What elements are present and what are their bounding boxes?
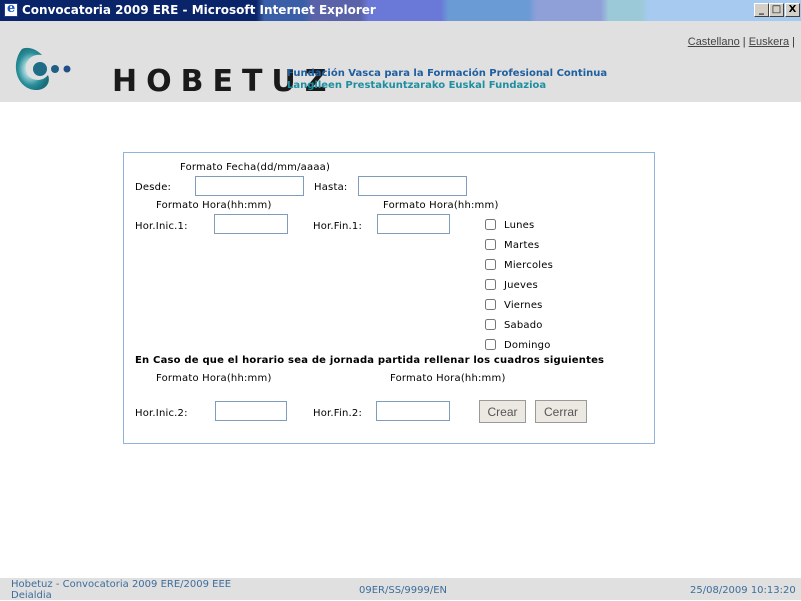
split-schedule-notice: En Caso de que el horario sea de jornada… <box>135 355 605 366</box>
window-title-bar[interactable]: Convocatoria 2009 ERE - Microsoft Intern… <box>0 0 801 21</box>
status-bar: Hobetuz - Convocatoria 2009 ERE/2009 EEE… <box>0 578 801 601</box>
day-jueves-checkbox[interactable] <box>485 279 496 290</box>
lang-castellano-link[interactable]: Castellano <box>688 36 740 48</box>
day-domingo-checkbox[interactable] <box>485 339 496 350</box>
page-header: Castellano | Euskera | HOBETUZ Fundación… <box>0 21 801 102</box>
window-title: Convocatoria 2009 ERE - Microsoft Intern… <box>22 3 376 17</box>
day-jueves-label: Jueves <box>504 280 538 291</box>
day-miercoles-label: Miercoles <box>504 260 554 271</box>
close-button[interactable]: X <box>785 3 800 17</box>
day-martes-label: Martes <box>504 240 540 251</box>
language-switcher: Castellano | Euskera | <box>688 36 795 48</box>
day-lunes-label: Lunes <box>504 220 535 231</box>
hor-fin-2-input[interactable] <box>376 401 450 421</box>
day-lunes-checkbox[interactable] <box>485 219 496 230</box>
desde-date-input[interactable] <box>195 176 304 196</box>
hor-inic-1-label: Hor.Inic.1: <box>135 221 188 232</box>
day-viernes-checkbox[interactable] <box>485 299 496 310</box>
logo-subtitle-eu: Langileen Prestakuntzarako Euskal Fundaz… <box>287 80 547 91</box>
maximize-button[interactable]: □ <box>769 3 784 17</box>
lang-separator: | <box>739 36 749 48</box>
hor-inic-1-input[interactable] <box>214 214 288 234</box>
day-sabado-label: Sabado <box>504 320 543 331</box>
hour-format-label-4: Formato Hora(hh:mm) <box>390 373 506 384</box>
crear-button[interactable]: Crear <box>479 400 526 423</box>
day-viernes-label: Viernes <box>504 300 543 311</box>
status-app-subtitle: Deialdia <box>11 590 52 601</box>
hobetuz-swirl-logo-icon <box>15 47 71 91</box>
lang-separator-end: | <box>789 36 795 48</box>
internet-explorer-icon <box>4 1 18 17</box>
hasta-label: Hasta: <box>314 182 348 193</box>
date-format-label: Formato Fecha(dd/mm/aaaa) <box>180 162 331 173</box>
day-miercoles-checkbox[interactable] <box>485 259 496 270</box>
hour-format-label-2: Formato Hora(hh:mm) <box>383 200 499 211</box>
hour-format-label-3: Formato Hora(hh:mm) <box>156 373 272 384</box>
day-sabado-checkbox[interactable] <box>485 319 496 330</box>
hor-inic-2-input[interactable] <box>215 401 287 421</box>
minimize-button[interactable]: _ <box>754 3 769 17</box>
desde-label: Desde: <box>135 182 172 193</box>
schedule-form: Formato Fecha(dd/mm/aaaa) Desde: Hasta: … <box>123 152 655 444</box>
hasta-date-input[interactable] <box>358 176 467 196</box>
status-app-name: Hobetuz - Convocatoria 2009 ERE/2009 EEE <box>11 579 232 590</box>
hor-inic-2-label: Hor.Inic.2: <box>135 408 188 419</box>
status-code: 09ER/SS/9999/EN <box>359 585 448 596</box>
hor-fin-1-input[interactable] <box>377 214 450 234</box>
logo-subtitle-es: Fundación Vasca para la Formación Profes… <box>287 68 608 79</box>
hor-fin-1-label: Hor.Fin.1: <box>313 221 363 232</box>
day-domingo-label: Domingo <box>504 340 551 351</box>
cerrar-button[interactable]: Cerrar <box>535 400 587 423</box>
hor-fin-2-label: Hor.Fin.2: <box>313 408 363 419</box>
lang-euskera-link[interactable]: Euskera <box>749 36 789 48</box>
hour-format-label-1: Formato Hora(hh:mm) <box>156 200 272 211</box>
day-martes-checkbox[interactable] <box>485 239 496 250</box>
status-timestamp: 25/08/2009 10:13:20 <box>690 585 796 596</box>
